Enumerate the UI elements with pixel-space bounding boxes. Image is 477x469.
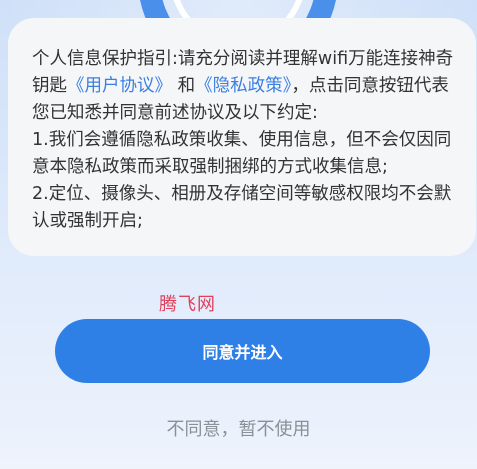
decline-button[interactable]: 不同意，暂不使用 <box>0 415 477 441</box>
privacy-notice-card: 个人信息保护指引:请充分阅读并理解wifi万能连接神奇钥匙《用户协议》 和《隐私… <box>8 18 476 256</box>
notice-and-text: 和 <box>172 76 196 96</box>
watermark-text: 腾飞网 <box>159 294 216 315</box>
user-agreement-link[interactable]: 《用户协议》 <box>67 76 172 96</box>
privacy-policy-link[interactable]: 《隐私政策》 <box>195 76 291 96</box>
agree-and-enter-button[interactable]: 同意并进入 <box>55 319 430 383</box>
notice-item-1: 1.我们会遵循隐私政策收集、使用信息，但不会仅因同意本隐私政策而采取强制捆绑的方… <box>32 130 452 177</box>
notice-item-2: 2.定位、摄像头、相册及存储空间等敏感权限均不会默认或强制开启; <box>32 184 452 231</box>
